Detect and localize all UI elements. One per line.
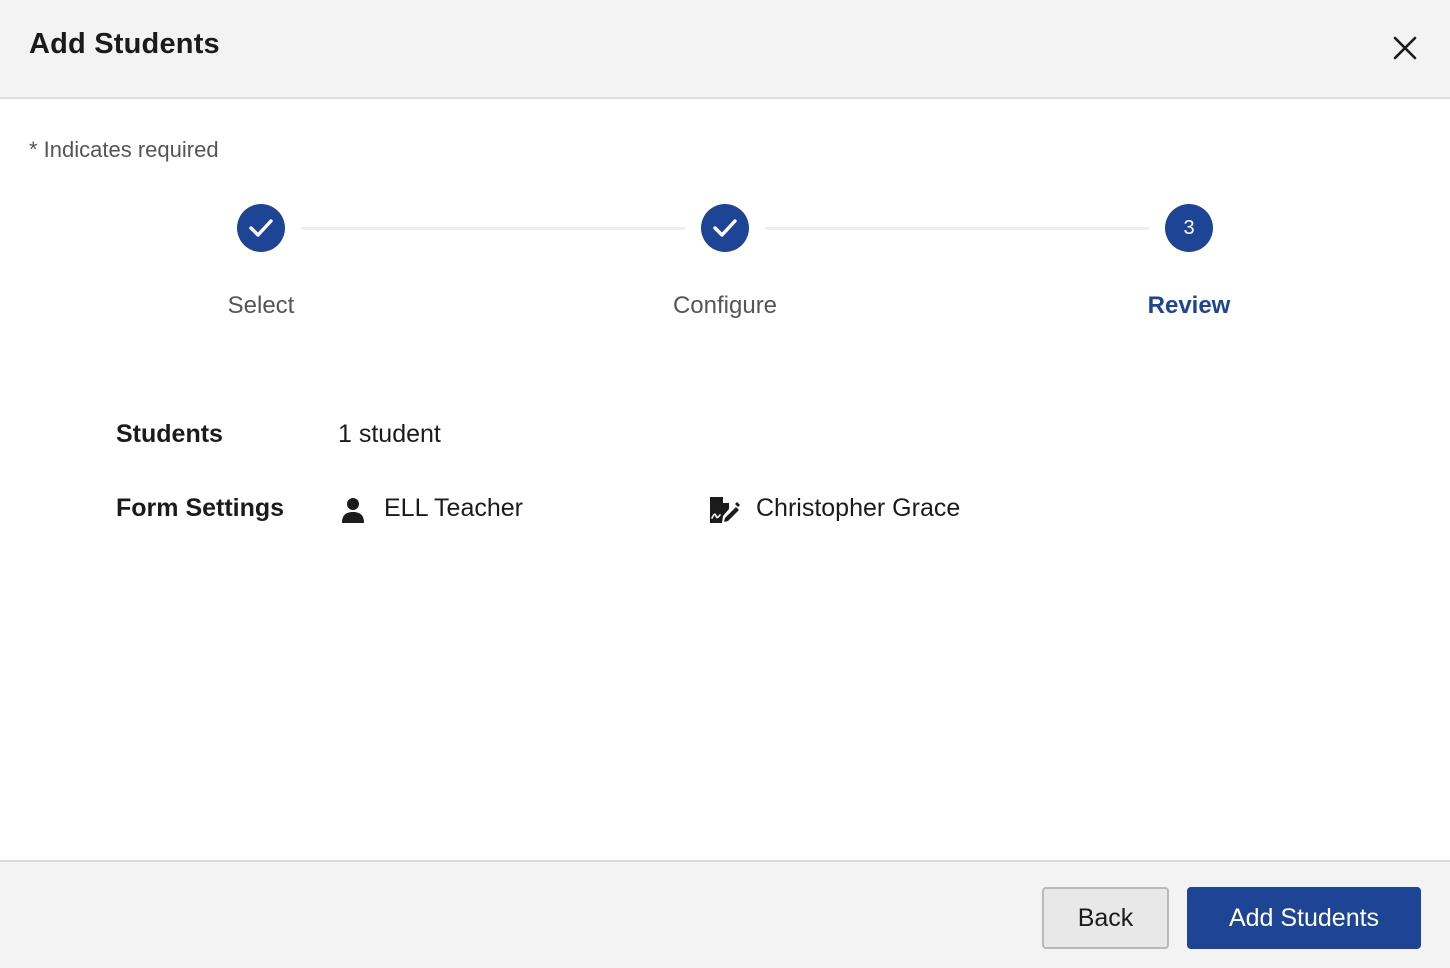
step-connector <box>765 227 1149 230</box>
step-2-indicator <box>701 204 749 252</box>
checkmark-icon <box>713 219 737 237</box>
checkmark-icon <box>249 219 273 237</box>
step-label-configure: Configure <box>672 292 778 319</box>
students-value: 1 student <box>338 420 441 448</box>
step-3-indicator: 3 <box>1165 204 1213 252</box>
person-icon <box>340 496 366 524</box>
close-icon <box>1393 36 1417 60</box>
step-1-indicator <box>237 204 285 252</box>
form-settings-label: Form Settings <box>116 494 285 522</box>
students-label: Students <box>116 420 223 448</box>
step-label-review: Review <box>1147 292 1231 319</box>
signature-document-icon <box>708 496 740 524</box>
dialog-title: Add Students <box>29 28 220 60</box>
close-button[interactable] <box>1384 27 1426 69</box>
signer-value: Christopher Grace <box>756 494 961 522</box>
add-students-dialog: Add Students * Indicates required 3 Sele… <box>0 0 1450 968</box>
dialog-footer: Back Add Students <box>0 860 1450 968</box>
required-note: * Indicates required <box>29 137 219 162</box>
add-students-button[interactable]: Add Students <box>1187 887 1421 949</box>
step-3-number: 3 <box>1183 216 1195 239</box>
back-button[interactable]: Back <box>1042 887 1169 949</box>
step-connector <box>301 227 685 230</box>
progress-stepper: 3 Select Configure Review <box>0 200 1450 340</box>
role-value: ELL Teacher <box>384 494 523 522</box>
dialog-header: Add Students <box>0 0 1450 99</box>
step-label-select: Select <box>227 292 295 319</box>
